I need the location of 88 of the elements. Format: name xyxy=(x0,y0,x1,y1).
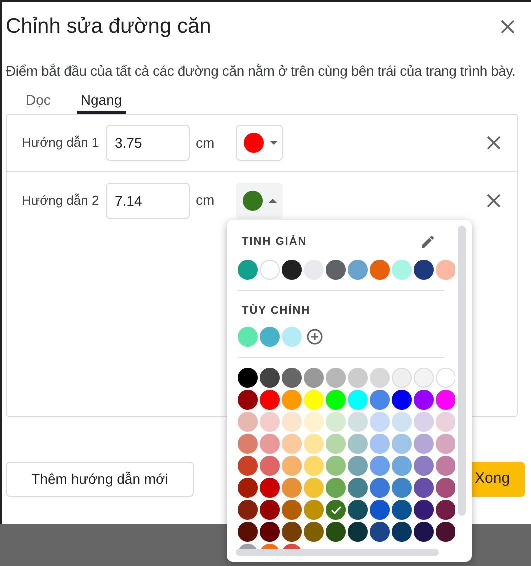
color-swatch[interactable] xyxy=(260,456,280,476)
color-swatch[interactable] xyxy=(326,368,346,388)
color-swatch[interactable] xyxy=(392,456,412,476)
color-swatch[interactable] xyxy=(436,390,455,410)
color-swatch[interactable] xyxy=(370,456,390,476)
color-swatch[interactable] xyxy=(282,327,302,347)
color-swatch[interactable] xyxy=(392,478,412,498)
color-swatch[interactable] xyxy=(238,500,258,520)
color-swatch[interactable] xyxy=(370,522,390,542)
color-swatch[interactable] xyxy=(260,390,280,410)
color-swatch[interactable] xyxy=(348,478,368,498)
color-swatch[interactable] xyxy=(348,500,368,520)
color-swatch[interactable] xyxy=(436,478,455,498)
color-swatch[interactable] xyxy=(436,522,455,542)
color-swatch[interactable] xyxy=(260,522,280,542)
position-input[interactable]: 7.14 xyxy=(106,182,190,218)
color-swatch[interactable] xyxy=(436,500,455,520)
add-guide-button[interactable]: Thêm hướng dẫn mới xyxy=(6,462,194,497)
color-swatch[interactable] xyxy=(392,500,412,520)
vertical-scrollbar[interactable] xyxy=(458,226,466,516)
color-swatch[interactable] xyxy=(348,522,368,542)
color-swatch[interactable] xyxy=(348,456,368,476)
close-icon[interactable] xyxy=(487,194,501,208)
color-swatch[interactable] xyxy=(282,390,302,410)
color-swatch[interactable] xyxy=(392,390,412,410)
color-swatch[interactable] xyxy=(414,456,434,476)
description: Điểm bắt đầu của tất cả các đường căn nằm ở trên cùng bên trái của trang trình bày. xyxy=(5,62,517,81)
caret-icon xyxy=(270,141,278,145)
position-input[interactable]: 3.75 xyxy=(106,125,190,161)
section-heading: TÙY CHỈNH xyxy=(241,303,312,318)
color-swatch[interactable] xyxy=(282,522,302,542)
guide-label: Hướng dẫn 2 xyxy=(22,192,100,210)
unit-label: cm xyxy=(196,134,216,152)
color-swatch[interactable] xyxy=(414,390,434,410)
color-dropdown[interactable] xyxy=(236,125,283,161)
color-swatch[interactable] xyxy=(260,368,280,388)
color-swatch[interactable] xyxy=(348,260,368,280)
tab[interactable]: Dọc xyxy=(22,90,55,114)
color-swatch[interactable] xyxy=(326,522,346,542)
color-swatch[interactable] xyxy=(348,434,368,454)
color-swatch[interactable] xyxy=(238,260,258,280)
color-swatch[interactable] xyxy=(370,478,390,498)
check-icon xyxy=(330,506,342,514)
color-swatch[interactable] xyxy=(260,478,280,498)
caret-icon xyxy=(269,198,277,202)
color-swatch[interactable] xyxy=(238,390,258,410)
color-swatch[interactable] xyxy=(370,390,390,410)
color-swatch[interactable] xyxy=(436,456,455,476)
color-swatch[interactable] xyxy=(304,522,324,542)
color-swatch[interactable] xyxy=(282,368,302,388)
color-swatch[interactable] xyxy=(436,434,455,454)
add-icon[interactable] xyxy=(307,329,323,345)
color-swatch[interactable] xyxy=(260,500,280,520)
color-swatch[interactable] xyxy=(392,522,412,542)
color-swatch[interactable] xyxy=(414,434,434,454)
close-icon[interactable] xyxy=(501,20,515,34)
color-swatch[interactable] xyxy=(304,500,324,520)
color-swatch[interactable] xyxy=(370,500,390,520)
color-swatch[interactable] xyxy=(260,327,280,347)
close-icon[interactable] xyxy=(487,136,501,150)
color-swatch[interactable] xyxy=(326,500,346,520)
color-swatch[interactable] xyxy=(260,434,280,454)
color-swatch[interactable] xyxy=(238,522,258,542)
color-swatch[interactable] xyxy=(238,456,258,476)
color-swatch[interactable] xyxy=(326,478,346,498)
pencil-icon[interactable] xyxy=(422,236,434,248)
color-swatch[interactable] xyxy=(326,260,346,280)
color-swatch[interactable] xyxy=(326,456,346,476)
color-swatch[interactable] xyxy=(282,500,302,520)
color-swatch[interactable] xyxy=(414,260,434,280)
section-heading: TINH GIẢN xyxy=(242,234,308,250)
color-swatch[interactable] xyxy=(238,434,258,454)
guide-label: Hướng dẫn 1 xyxy=(22,134,100,152)
color-dropdown[interactable] xyxy=(236,182,283,218)
color-swatch[interactable] xyxy=(238,368,258,388)
horizontal-scrollbar[interactable] xyxy=(236,549,439,556)
color-swatch[interactable] xyxy=(238,478,258,498)
color-swatch[interactable] xyxy=(282,260,302,280)
unit-label: cm xyxy=(196,191,216,210)
color-swatch[interactable] xyxy=(304,368,324,388)
tab[interactable]: Ngang xyxy=(76,90,126,114)
color-swatch[interactable] xyxy=(414,478,434,498)
color-swatch[interactable] xyxy=(370,260,390,280)
dialog-title: Chỉnh sửa đường căn xyxy=(6,14,212,40)
color-swatch[interactable] xyxy=(414,522,434,542)
color-swatch[interactable] xyxy=(282,478,302,498)
color-swatch[interactable] xyxy=(414,500,434,520)
color-swatch[interactable] xyxy=(238,327,258,347)
